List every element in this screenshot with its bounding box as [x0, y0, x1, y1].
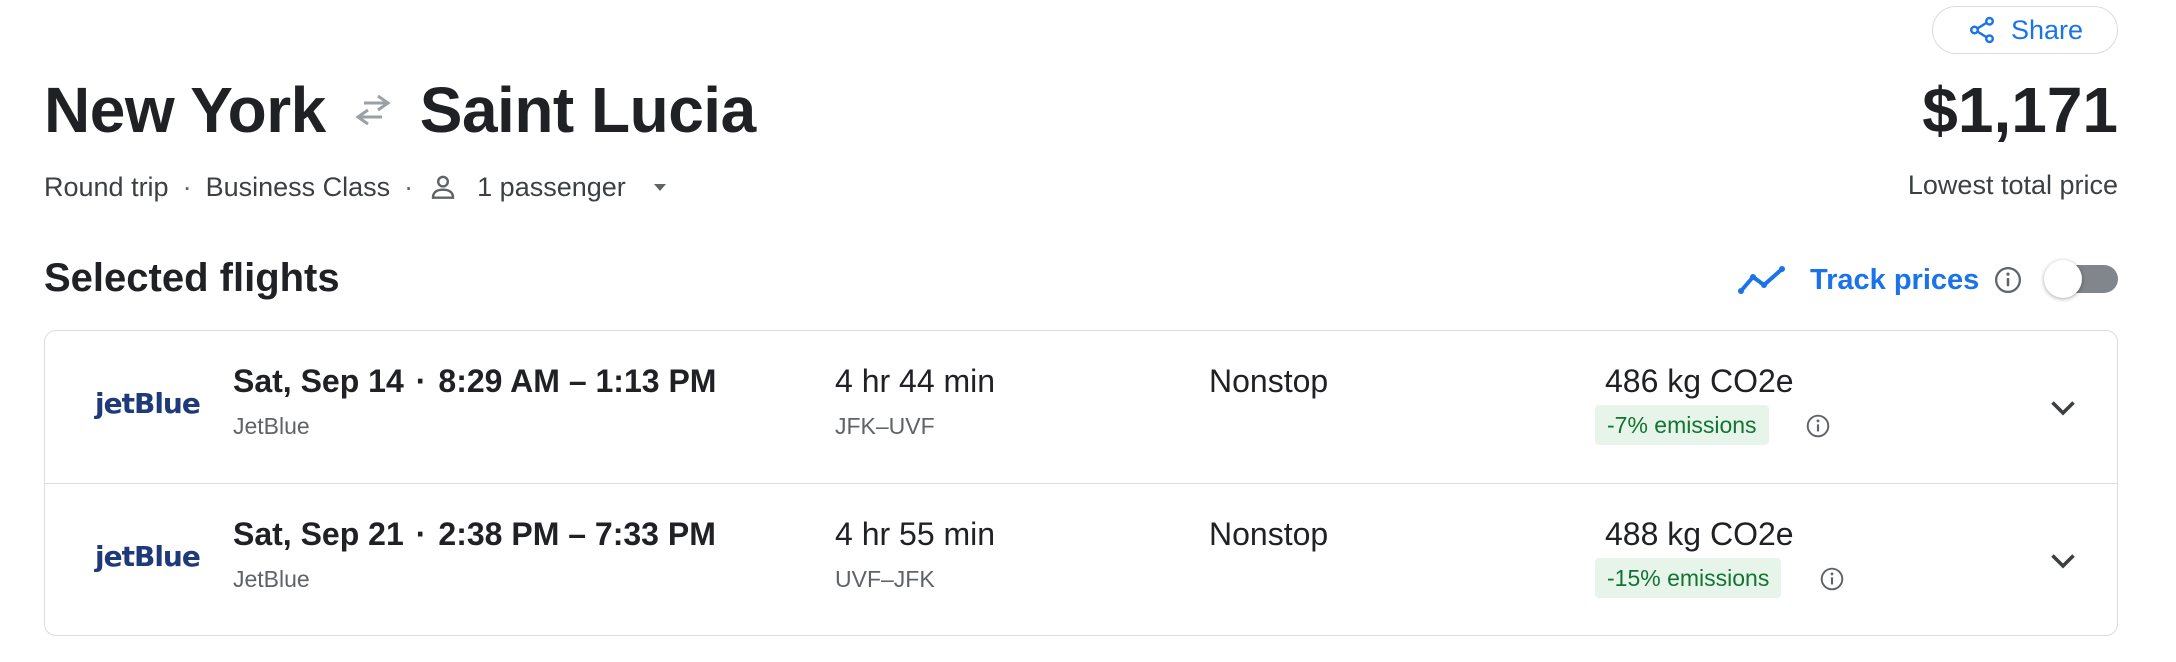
- flight-stops: Nonstop: [1209, 516, 1329, 552]
- airline-logo: jetBlue: [95, 540, 201, 573]
- flight-stops: Nonstop: [1209, 363, 1329, 399]
- toggle-knob: [2044, 260, 2082, 298]
- passenger-selector[interactable]: 1 passenger: [427, 171, 672, 203]
- price-label: Lowest total price: [1907, 170, 2118, 200]
- flight-duration: 4 hr 55 min: [835, 516, 996, 552]
- trending-line-icon: [1738, 266, 1785, 294]
- track-prices-toggle[interactable]: [2044, 260, 2118, 298]
- total-price: $1,171: [1922, 74, 2118, 146]
- emissions-badge: -15% emissions: [1595, 558, 1782, 598]
- cabin-class: Business Class: [205, 171, 391, 202]
- separator-dot: ·: [404, 171, 414, 202]
- selected-flights-list: jetBlue Sat, Sep 14 · 8:29 AM – 1:13 PM Je…: [44, 330, 2118, 636]
- share-icon: [1969, 16, 1994, 44]
- emissions-badge: -7% emissions: [1595, 405, 1769, 445]
- track-prices[interactable]: Track prices: [1738, 258, 2023, 302]
- flight-row[interactable]: jetBlue Sat, Sep 14 · 8:29 AM – 1:13 PM Je…: [45, 331, 2117, 483]
- destination-city: Saint Lucia: [419, 74, 756, 146]
- co2-amount: 488 kg CO2e: [1605, 516, 1794, 552]
- flight-date: Sat, Sep 21: [233, 516, 404, 552]
- info-icon[interactable]: [1993, 265, 2023, 295]
- origin-city: New York: [44, 74, 326, 146]
- info-icon[interactable]: [1805, 413, 1831, 439]
- airline-name: JetBlue: [233, 566, 310, 592]
- separator-dot: ·: [415, 363, 427, 399]
- flight-time-range: 2:38 PM – 7:33 PM: [438, 516, 716, 552]
- chevron-down-icon[interactable]: [2045, 389, 2081, 425]
- airline-name: JetBlue: [233, 413, 310, 439]
- separator-dot: ·: [415, 516, 427, 552]
- flight-times: Sat, Sep 21 · 2:38 PM – 7:33 PM: [233, 516, 716, 553]
- selected-flights-heading: Selected flights: [44, 256, 340, 300]
- separator-dot: ·: [182, 171, 192, 202]
- trip-type: Round trip: [44, 171, 169, 202]
- info-icon[interactable]: [1819, 566, 1845, 592]
- swap-arrows-icon: [355, 94, 391, 126]
- flight-time-range: 8:29 AM – 1:13 PM: [438, 363, 717, 399]
- person-icon: [431, 175, 455, 199]
- flight-date: Sat, Sep 14: [233, 363, 404, 399]
- airline-logo: jetBlue: [95, 387, 201, 420]
- caret-down-icon: [653, 184, 666, 191]
- share-label: Share: [2010, 14, 2084, 45]
- route-title: New York Saint Lucia: [44, 72, 756, 148]
- share-button[interactable]: Share: [1932, 6, 2118, 54]
- trip-summary: Round trip · Business Class · 1 passenge…: [44, 166, 672, 208]
- track-prices-label: Track prices: [1810, 263, 1980, 296]
- flight-row[interactable]: jetBlue Sat, Sep 21 · 2:38 PM – 7:33 PM Je…: [45, 483, 2117, 635]
- flight-airports: JFK–UVF: [835, 413, 935, 439]
- flight-airports: UVF–JFK: [835, 566, 935, 592]
- chevron-down-icon[interactable]: [2045, 542, 2081, 578]
- flight-duration: 4 hr 44 min: [835, 363, 996, 399]
- passenger-count: 1 passenger: [477, 171, 626, 202]
- co2-amount: 486 kg CO2e: [1605, 363, 1794, 399]
- flight-times: Sat, Sep 14 · 8:29 AM – 1:13 PM: [233, 363, 716, 400]
